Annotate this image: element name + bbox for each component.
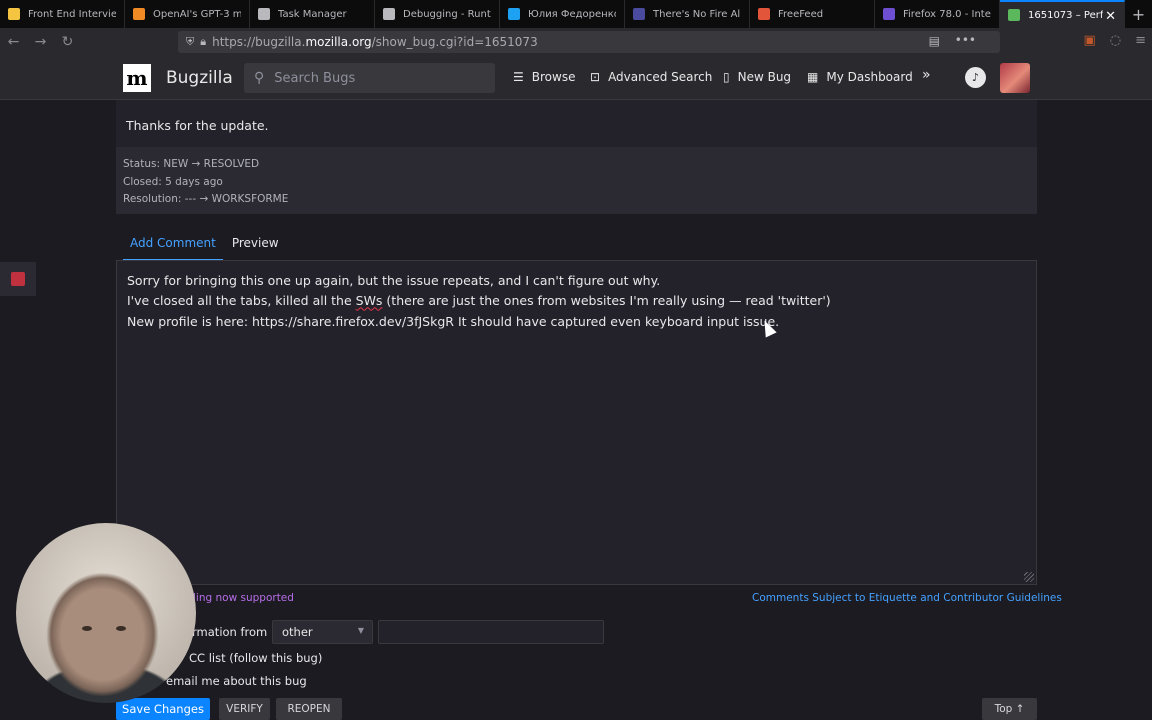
browse-link[interactable]: ☰ Browse [513, 70, 575, 84]
my-dashboard-label: My Dashboard [826, 70, 913, 84]
back-icon[interactable]: ← [0, 34, 27, 50]
editor-line-1: Sorry for bringing this one up again, bu… [127, 273, 661, 288]
webcam-overlay [16, 523, 196, 703]
cc-list-label[interactable]: CC list (follow this bug) [189, 651, 322, 665]
comment-body: Thanks for the update. [116, 100, 1037, 147]
browser-tab[interactable]: Front End Intervie [0, 0, 125, 28]
tab-favicon-icon [8, 8, 20, 20]
browser-tab[interactable]: There's No Fire Al [625, 0, 750, 28]
browser-tab[interactable]: 1651073 – Perf ✕ [1000, 0, 1125, 28]
comment-tabs: Add Comment Preview [123, 236, 288, 261]
markdown-note-link[interactable]: ling now supported [193, 592, 294, 604]
tab-label: Debugging - Runt [403, 8, 491, 20]
tab-label: Юлия Федоренко [528, 8, 616, 20]
resize-handle[interactable] [1024, 572, 1034, 582]
change-summary: Status: NEW → RESOLVED Closed: 5 days ag… [116, 147, 1037, 214]
my-dashboard-link[interactable]: ▦ My Dashboard [807, 70, 913, 84]
save-changes-button[interactable]: Save Changes [116, 698, 210, 720]
tab-favicon-icon [508, 8, 520, 20]
reopen-button[interactable]: REOPEN [276, 698, 342, 720]
webcam-eye [116, 626, 126, 631]
tab-label: 1651073 – Perf [1028, 9, 1104, 21]
browser-tab[interactable]: FreeFeed [750, 0, 875, 28]
browser-tab[interactable]: Task Manager [250, 0, 375, 28]
resolution-change: Resolution: --- → WORKSFORME [123, 193, 289, 205]
tab-favicon-icon [1008, 9, 1020, 21]
sync-icon[interactable]: ◌ [1110, 33, 1121, 48]
verify-button[interactable]: VERIFY [219, 698, 270, 720]
advanced-search-link[interactable]: ⊡ Advanced Search [590, 70, 712, 84]
more-chevron-icon[interactable]: » [922, 67, 931, 83]
tab-label: Task Manager [278, 8, 347, 20]
tab-label: Firefox 78.0 - Inte [903, 8, 991, 20]
editor-line-3: New profile is here: https://share.firef… [127, 313, 780, 329]
needinfo-input[interactable] [378, 620, 604, 644]
tab-favicon-icon [383, 8, 395, 20]
close-tab-icon[interactable]: ✕ [1105, 9, 1116, 24]
editor-line-2-start: I've closed all the tabs, killed all the [127, 293, 356, 309]
page-actions-icon[interactable]: ••• [955, 33, 976, 47]
user-avatar[interactable] [1000, 63, 1030, 93]
editor-line-2: I've closed all the tabs, killed all the… [127, 291, 1026, 311]
notifications-bell-icon[interactable]: ♪ [965, 67, 986, 88]
new-tab-button[interactable]: + [1125, 0, 1152, 28]
navigation-bar: ← → ↻ ⛨ 🔒︎ https://bugzilla. mozilla.org /… [0, 28, 1152, 56]
search-icon: ⚲ [254, 70, 265, 86]
editor-line-2-end: (there are just the ones from websites I… [382, 293, 831, 309]
dashboard-icon: ▦ [807, 70, 819, 84]
shield-icon[interactable]: ⛨ [186, 35, 194, 49]
browser-tab[interactable]: Юлия Федоренко [500, 0, 625, 28]
reader-view-icon[interactable]: ▤ [929, 34, 940, 48]
new-bug-label: New Bug [737, 70, 792, 84]
lock-icon[interactable]: 🔒︎ [200, 35, 206, 49]
tab-favicon-icon [758, 8, 770, 20]
forward-icon[interactable]: → [27, 34, 54, 50]
mozilla-logo[interactable]: m [123, 64, 151, 92]
tab-favicon-icon [258, 8, 270, 20]
tab-label: There's No Fire Al [653, 8, 741, 20]
misspelled-word: SWs [355, 293, 383, 309]
tab-bar: Front End Intervie OpenAI's GPT-3 m Task M… [0, 0, 1152, 28]
comment-textarea[interactable]: Sorry for bringing this one up again, bu… [116, 260, 1037, 585]
needinfo-select[interactable]: other ▼ [272, 620, 373, 644]
browse-label: Browse [531, 70, 576, 84]
new-bug-link[interactable]: ▯ New Bug [723, 70, 791, 84]
search-placeholder: Search Bugs [274, 70, 356, 86]
status-change: Status: NEW → RESOLVED [123, 158, 260, 170]
list-icon: ☰ [513, 70, 524, 84]
tab-favicon-icon [133, 8, 145, 20]
email-label[interactable]: email me about this bug [166, 674, 307, 688]
chevron-down-icon: ▼ [357, 626, 364, 635]
url-bar[interactable]: ⛨ 🔒︎ https://bugzilla. mozilla.org/show_b… [178, 31, 1000, 53]
url-host: mozilla.org [305, 35, 372, 49]
reload-icon[interactable]: ↻ [54, 34, 81, 50]
new-file-icon: ▯ [723, 70, 730, 84]
tab-label: OpenAI's GPT-3 m [153, 8, 241, 20]
search-input[interactable]: ⚲ Search Bugs [244, 63, 495, 93]
stop-recording-button[interactable] [0, 262, 36, 296]
brand-title[interactable]: Bugzilla [166, 68, 233, 88]
needinfo-label: ormation from [185, 625, 268, 639]
menu-icon[interactable]: ≡ [1135, 33, 1146, 48]
closed-time: Closed: 5 days ago [123, 175, 223, 188]
extension-fox-icon[interactable]: ▣ [1083, 33, 1095, 48]
url-path: /show_bug.cgi?id=1651073 [371, 35, 538, 49]
tab-label: FreeFeed [778, 8, 824, 20]
stop-icon [11, 272, 25, 286]
needinfo-selected-value: other [282, 625, 313, 639]
browser-tab[interactable]: Debugging - Runt [375, 0, 500, 28]
advanced-search-icon: ⊡ [590, 70, 601, 84]
tab-preview[interactable]: Preview [225, 236, 286, 261]
tab-favicon-icon [633, 8, 645, 20]
url-prefix: https://bugzilla. [212, 35, 306, 49]
webcam-eye [82, 626, 92, 631]
tab-favicon-icon [883, 8, 895, 20]
browser-tab[interactable]: Firefox 78.0 - Inte [875, 0, 1000, 28]
tab-add-comment[interactable]: Add Comment [123, 236, 223, 261]
top-button[interactable]: Top ↑ [982, 698, 1037, 720]
browser-tab[interactable]: OpenAI's GPT-3 m [125, 0, 250, 28]
tab-label: Front End Intervie [28, 8, 116, 20]
etiquette-link[interactable]: Comments Subject to Etiquette and Contri… [752, 592, 1062, 604]
advanced-search-label: Advanced Search [608, 70, 713, 84]
